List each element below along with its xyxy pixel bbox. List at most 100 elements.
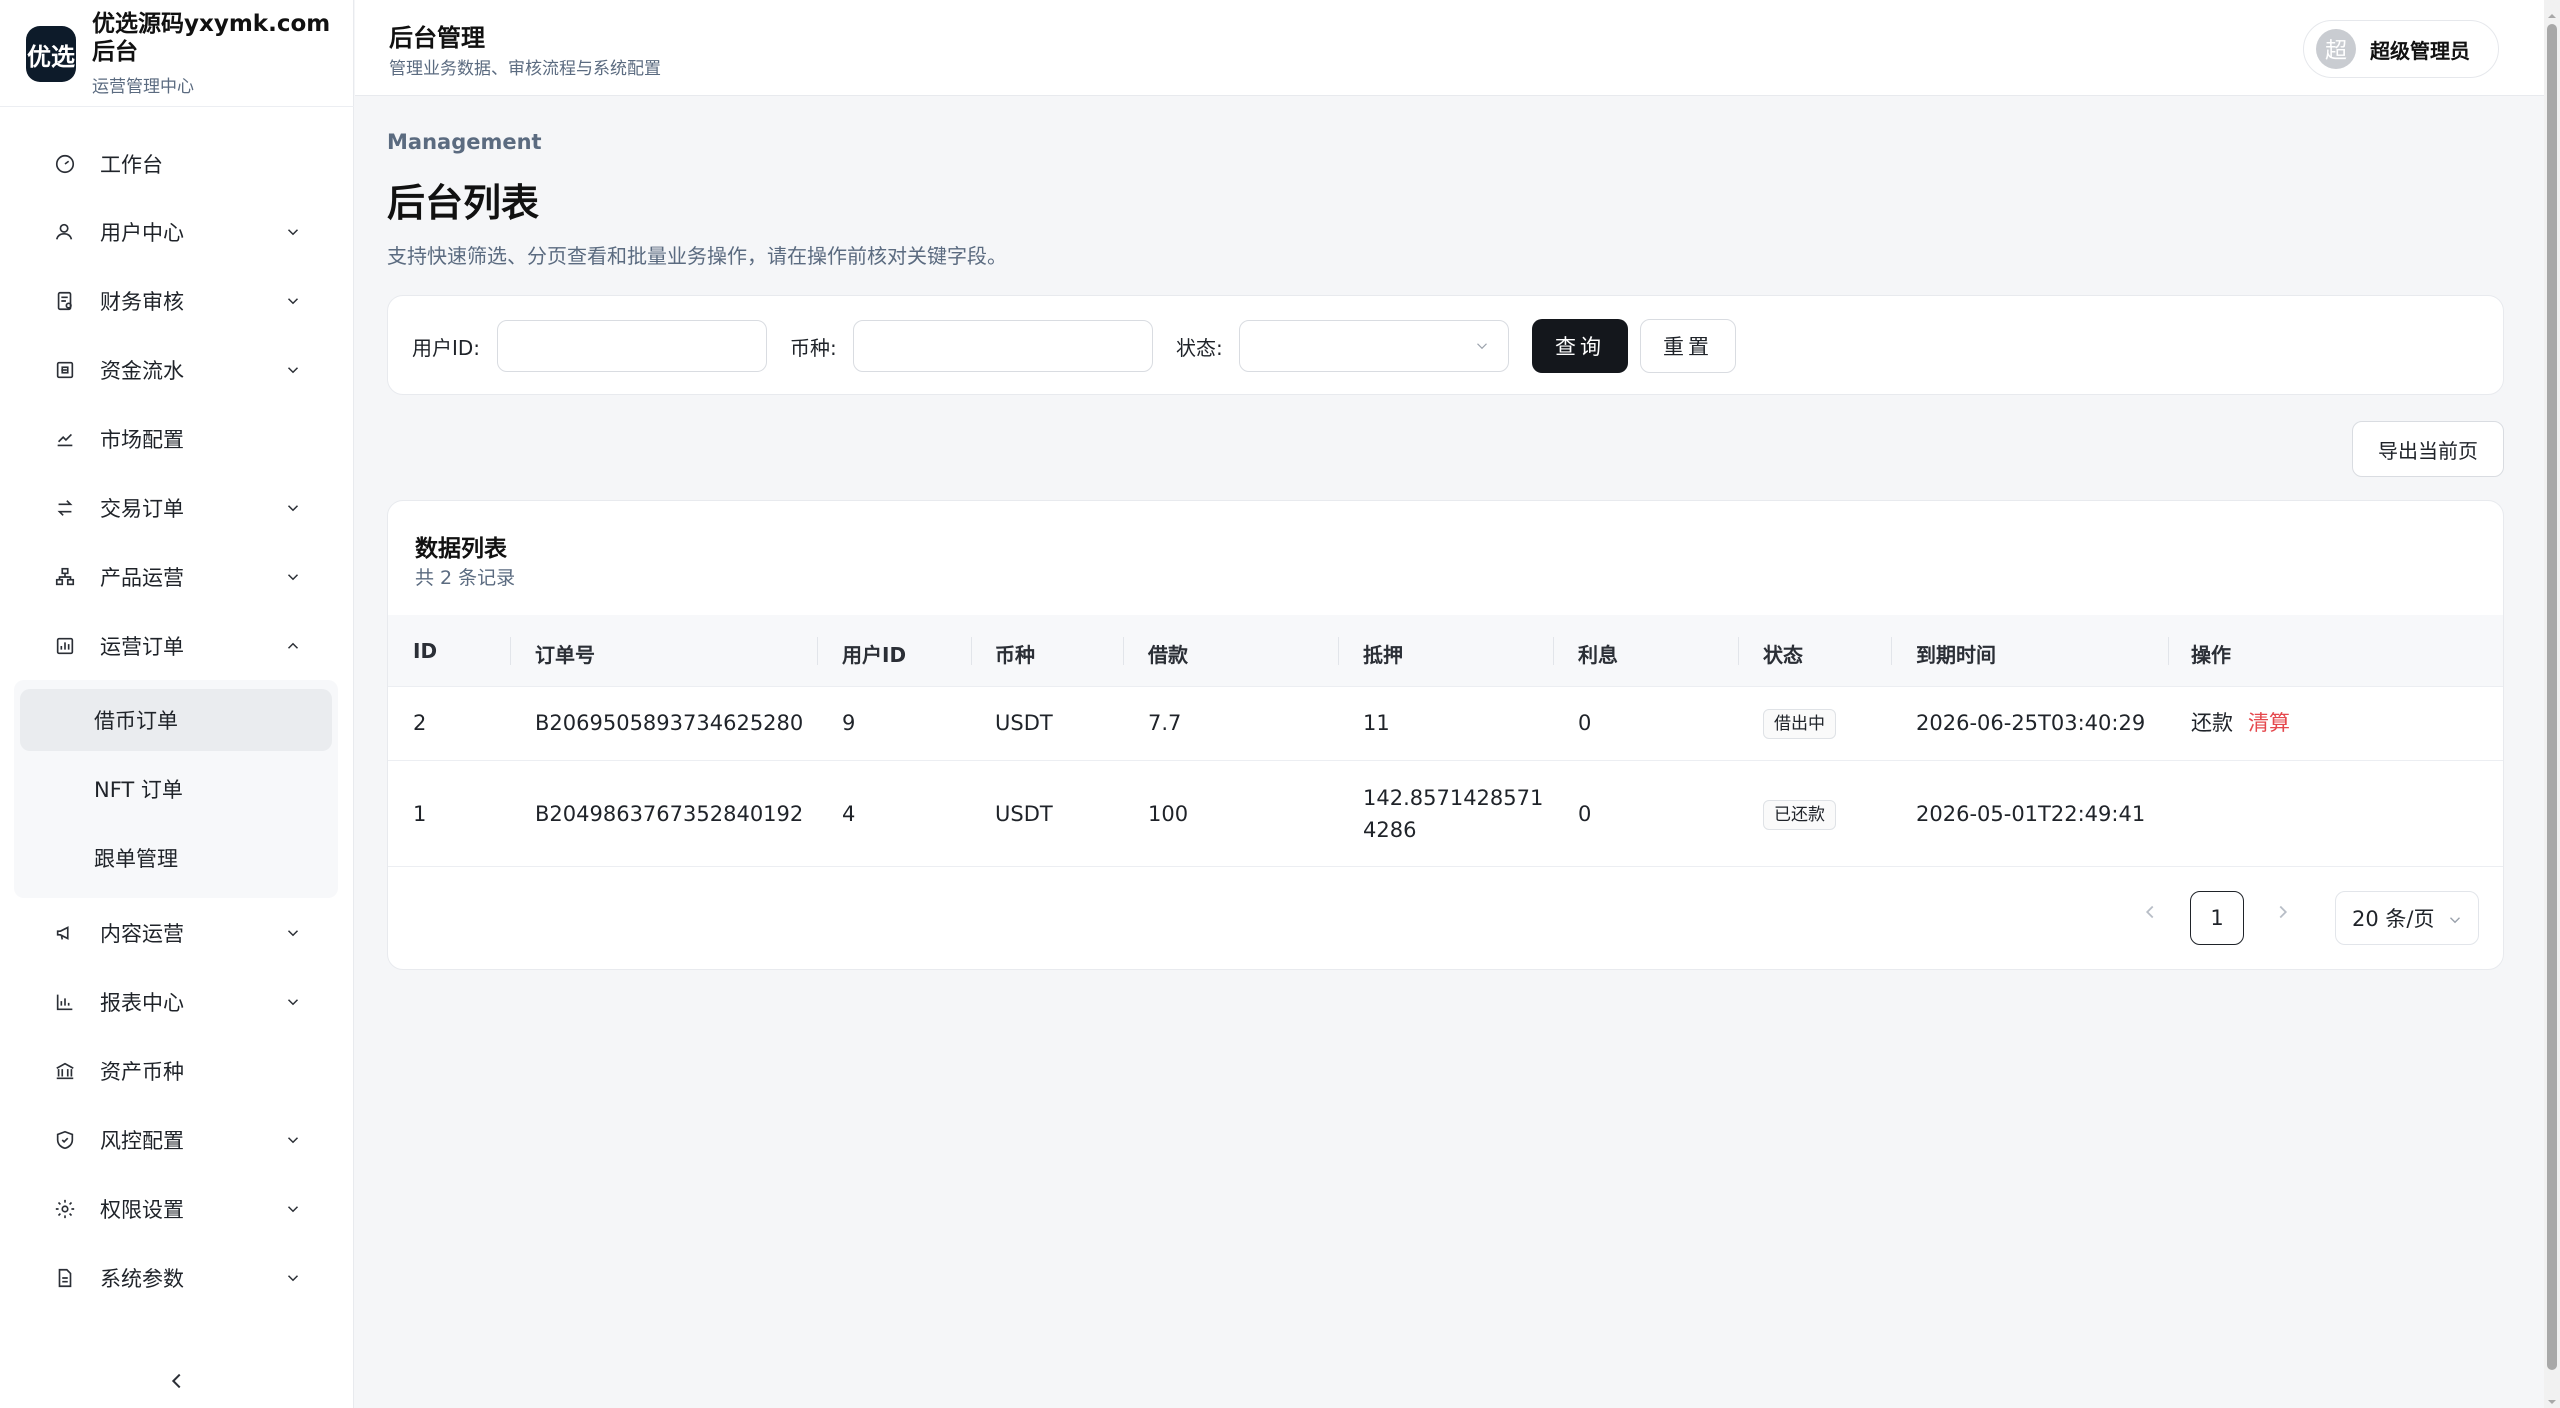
scroll-up-arrow-icon[interactable]	[2547, 6, 2557, 18]
sidebar-item-user-center[interactable]: 用户中心	[20, 204, 332, 260]
column-divider	[1123, 637, 1124, 665]
gear-icon	[54, 1198, 84, 1220]
column-header: 到期时间	[1916, 643, 1996, 667]
page-size-select[interactable]: 20 条/页	[2335, 891, 2479, 945]
page-scrollbar[interactable]	[2544, 0, 2560, 1408]
repay-link[interactable]: 还款	[2191, 707, 2233, 739]
status-select[interactable]	[1239, 320, 1509, 372]
table-row: 1 B2049863767352840192 4 USDT 100 142.85…	[388, 761, 2503, 867]
sidebar-item-label: 内容运营	[100, 922, 184, 946]
chevron-down-icon	[284, 992, 302, 1010]
column-header: 借款	[1148, 643, 1188, 667]
sidebar-item-system-params[interactable]: 系统参数	[20, 1250, 332, 1306]
coin-input[interactable]	[853, 320, 1153, 372]
dashboard-icon	[54, 153, 84, 175]
sidebar-subitem-nft-orders[interactable]: NFT 订单	[20, 758, 332, 820]
column-header: 操作	[2191, 643, 2231, 667]
column-divider	[1891, 637, 1892, 665]
sidebar-item-label: 市场配置	[100, 428, 184, 452]
chevron-down-icon	[1473, 337, 1491, 355]
user-icon	[54, 221, 84, 243]
chevron-down-icon	[284, 1130, 302, 1148]
reset-button[interactable]: 重置	[1640, 319, 1736, 373]
column-divider	[971, 637, 972, 665]
cell-collateral: 11	[1363, 711, 1390, 735]
sidebar-subitem-copy-trading[interactable]: 跟单管理	[20, 827, 332, 889]
cell-due-time: 2026-05-01T22:49:41	[1916, 802, 2146, 826]
sidebar-item-dashboard[interactable]: 工作台	[20, 136, 332, 192]
column-divider	[2168, 637, 2169, 665]
table-row: 2 B2069505893734625280 9 USDT 7.7 11 0 借…	[388, 687, 2503, 761]
chevron-down-icon	[284, 1268, 302, 1286]
user-name: 超级管理员	[2370, 38, 2470, 63]
sidebar-item-product-ops[interactable]: 产品运营	[20, 549, 332, 605]
cell-user-id: 9	[842, 711, 856, 735]
market-chart-icon	[54, 428, 84, 450]
chevron-down-icon	[284, 360, 302, 378]
export-page-button[interactable]: 导出当前页	[2352, 421, 2504, 477]
page-title: 后台列表	[387, 181, 540, 225]
scroll-thumb[interactable]	[2547, 24, 2557, 1370]
sidebar-item-label: 产品运营	[100, 566, 184, 590]
bar-chart-icon	[54, 991, 84, 1013]
status-badge: 借出中	[1763, 709, 1836, 739]
cell-interest: 0	[1578, 802, 1592, 826]
column-header: 订单号	[535, 643, 595, 667]
sidebar-item-report-center[interactable]: 报表中心	[20, 974, 332, 1030]
data-table-card: 数据列表 共 2 条记录 ID 订单号 用户ID 币种 借款 抵押 利息 状态 …	[387, 500, 2504, 970]
cell-coin: USDT	[995, 711, 1053, 735]
sidebar-item-ops-orders[interactable]: 运营订单	[20, 618, 332, 674]
finance-audit-icon	[54, 290, 84, 312]
sidebar-item-market-config[interactable]: 市场配置	[20, 411, 332, 467]
sidebar-item-finance-audit[interactable]: 财务审核	[20, 273, 332, 329]
sidebar-item-cashflow[interactable]: 资金流水	[20, 342, 332, 398]
document-icon	[54, 1267, 84, 1289]
scroll-down-arrow-icon[interactable]	[2547, 1392, 2557, 1404]
shield-icon	[54, 1129, 84, 1151]
sidebar-subitem-label: 跟单管理	[94, 847, 178, 871]
report-box-icon	[54, 635, 84, 657]
collapse-sidebar-icon[interactable]	[166, 1370, 188, 1392]
page-size-value: 20 条/页	[2352, 907, 2435, 931]
header-subtitle: 管理业务数据、审核流程与系统配置	[389, 59, 661, 79]
sidebar-item-trade-orders[interactable]: 交易订单	[20, 480, 332, 536]
next-page-icon[interactable]	[2272, 901, 2294, 923]
sidebar-item-label: 系统参数	[100, 1267, 184, 1291]
sidebar-item-content-ops[interactable]: 内容运营	[20, 905, 332, 961]
sidebar-subitem-loan-orders[interactable]: 借币订单	[20, 689, 332, 751]
sidebar-item-label: 工作台	[100, 153, 163, 177]
chevron-down-icon	[284, 222, 302, 240]
sidebar-item-permissions[interactable]: 权限设置	[20, 1181, 332, 1237]
user-menu[interactable]: 超 超级管理员	[2303, 20, 2499, 78]
sidebar-item-label: 用户中心	[100, 221, 184, 245]
cell-loan: 7.7	[1148, 711, 1182, 735]
user-id-label: 用户ID:	[412, 336, 481, 360]
sidebar-item-asset-coins[interactable]: 资产币种	[20, 1043, 332, 1099]
status-badge: 已还款	[1763, 800, 1836, 830]
cell-id: 1	[413, 802, 427, 826]
user-id-input[interactable]	[497, 320, 767, 372]
page-eyebrow: Management	[387, 130, 542, 154]
column-divider	[510, 637, 511, 665]
sidebar-item-label: 运营订单	[100, 635, 184, 659]
bank-icon	[54, 1060, 84, 1082]
page-number-button[interactable]: 1	[2190, 891, 2244, 945]
chevron-down-icon	[2446, 910, 2464, 928]
cell-collateral-wrap: 4286	[1363, 818, 1417, 842]
sidebar: 优选 优选源码yxymk.com后台 运营管理中心 工作台 用户中心 财务审核 …	[0, 0, 354, 1408]
prev-page-icon[interactable]	[2139, 901, 2161, 923]
column-header: ID	[413, 639, 438, 663]
liquidate-link[interactable]: 清算	[2248, 707, 2290, 739]
cashflow-icon	[54, 359, 84, 381]
filter-bar: 用户ID: 币种: 状态: 查询 重置	[387, 295, 2504, 395]
cell-order-no: B2069505893734625280	[535, 711, 804, 735]
sidebar-item-risk-config[interactable]: 风控配置	[20, 1112, 332, 1168]
query-button[interactable]: 查询	[1532, 319, 1628, 373]
sidebar-item-label: 资产币种	[100, 1060, 184, 1084]
column-header: 用户ID	[842, 643, 907, 667]
brand: 优选 优选源码yxymk.com后台 运营管理中心	[24, 10, 344, 97]
cell-user-id: 4	[842, 802, 856, 826]
avatar: 超	[2316, 29, 2356, 69]
chevron-down-icon	[284, 567, 302, 585]
column-divider	[1738, 637, 1739, 665]
